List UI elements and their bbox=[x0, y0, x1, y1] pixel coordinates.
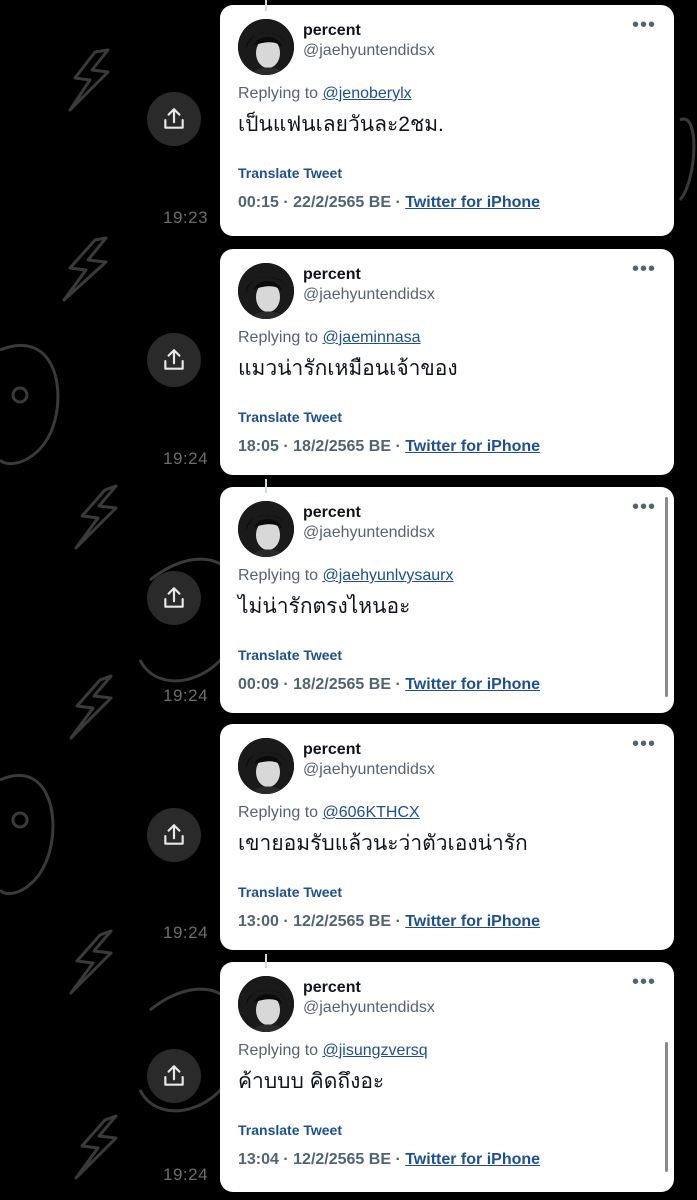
reply-to-link[interactable]: @jisungzversq bbox=[323, 1042, 428, 1059]
share-icon bbox=[164, 587, 184, 608]
tweet-source-link[interactable]: Twitter for iPhone bbox=[405, 1151, 540, 1168]
replying-label: Replying to bbox=[238, 85, 319, 102]
display-name[interactable]: percent bbox=[303, 740, 435, 760]
share-icon bbox=[164, 1065, 184, 1086]
share-icon bbox=[164, 108, 184, 129]
profile-avatar[interactable] bbox=[238, 501, 294, 557]
more-options-icon[interactable]: ••• bbox=[632, 734, 656, 754]
replying-label: Replying to bbox=[238, 804, 319, 821]
more-options-icon[interactable]: ••• bbox=[632, 972, 656, 992]
thread-line bbox=[265, 954, 267, 968]
reply-to-link[interactable]: @jaeminnasa bbox=[323, 329, 421, 346]
reply-context: Replying to @jisungzversq bbox=[238, 1042, 656, 1060]
translate-tweet-link[interactable]: Translate Tweet bbox=[238, 647, 656, 663]
translate-tweet-link[interactable]: Translate Tweet bbox=[238, 165, 656, 181]
share-button[interactable] bbox=[147, 92, 201, 146]
share-icon bbox=[164, 824, 184, 845]
display-name[interactable]: percent bbox=[303, 503, 435, 523]
tweet-timestamp[interactable]: 13:00 · 12/2/2565 BE · bbox=[238, 913, 401, 930]
tweet-card[interactable]: percent @jaehyuntendidsx ••• Replying to… bbox=[220, 954, 674, 1192]
display-name[interactable]: percent bbox=[303, 21, 435, 41]
more-options-icon[interactable]: ••• bbox=[632, 15, 656, 35]
user-handle[interactable]: @jaehyuntendidsx bbox=[303, 285, 435, 305]
reply-to-link[interactable]: @606KTHCX bbox=[323, 804, 420, 821]
display-name[interactable]: percent bbox=[303, 265, 435, 285]
more-options-icon[interactable]: ••• bbox=[632, 259, 656, 279]
tweet-meta: 13:00 · 12/2/2565 BE · Twitter for iPhon… bbox=[238, 913, 656, 931]
display-name[interactable]: percent bbox=[303, 978, 435, 998]
tweet-text: ค้าบบบ คิดถึงอะ bbox=[238, 1070, 385, 1093]
profile-avatar[interactable] bbox=[238, 738, 294, 794]
side-time: 19:24 bbox=[163, 1165, 209, 1184]
tweet-text: แมวน่ารักเหมือนเจ้าของ bbox=[238, 357, 458, 380]
side-time: 19:24 bbox=[163, 686, 209, 705]
tweet-timestamp[interactable]: 18:05 · 18/2/2565 BE · bbox=[238, 438, 401, 455]
reply-context: Replying to @606KTHCX bbox=[238, 804, 656, 822]
replying-label: Replying to bbox=[238, 1042, 319, 1059]
user-handle[interactable]: @jaehyuntendidsx bbox=[303, 998, 435, 1018]
side-time: 19:24 bbox=[163, 449, 209, 468]
tweet-meta: 00:09 · 18/2/2565 BE · Twitter for iPhon… bbox=[238, 676, 656, 694]
user-handle[interactable]: @jaehyuntendidsx bbox=[303, 760, 435, 780]
thread-line bbox=[265, 0, 267, 11]
tweet-meta: 18:05 · 18/2/2565 BE · Twitter for iPhon… bbox=[238, 438, 656, 456]
tweet-card[interactable]: percent @jaehyuntendidsx ••• Replying to… bbox=[220, 249, 674, 475]
side-time: 19:23 bbox=[163, 208, 209, 227]
translate-tweet-link[interactable]: Translate Tweet bbox=[238, 1122, 656, 1138]
translate-tweet-link[interactable]: Translate Tweet bbox=[238, 884, 656, 900]
tweet-card[interactable]: percent @jaehyuntendidsx ••• Replying to… bbox=[220, 724, 674, 950]
side-time: 19:24 bbox=[163, 923, 209, 942]
share-button[interactable] bbox=[147, 571, 201, 625]
thread-line bbox=[265, 479, 267, 493]
share-icon bbox=[164, 349, 184, 370]
tweet-card[interactable]: percent @jaehyuntendidsx ••• Replying to… bbox=[220, 479, 674, 713]
share-button[interactable] bbox=[147, 808, 201, 862]
share-button[interactable] bbox=[147, 1049, 201, 1103]
tweet-text: เขายอมรับแล้วนะว่าตัวเองน่ารัก bbox=[238, 832, 528, 855]
tweet-source-link[interactable]: Twitter for iPhone bbox=[405, 676, 540, 693]
tweet-source-link[interactable]: Twitter for iPhone bbox=[405, 194, 540, 211]
scrollbar[interactable] bbox=[665, 1042, 668, 1172]
user-handle[interactable]: @jaehyuntendidsx bbox=[303, 41, 435, 61]
tweet-timestamp[interactable]: 00:09 · 18/2/2565 BE · bbox=[238, 676, 401, 693]
tweet-source-link[interactable]: Twitter for iPhone bbox=[405, 438, 540, 455]
scrollbar[interactable] bbox=[665, 497, 668, 697]
tweet-text: เป็นแฟนเลยวันละ2ชม. bbox=[238, 113, 444, 136]
more-options-icon[interactable]: ••• bbox=[632, 497, 656, 517]
share-button[interactable] bbox=[147, 333, 201, 387]
tweet-card[interactable]: percent @jaehyuntendidsx ••• Replying to… bbox=[220, 0, 674, 236]
translate-tweet-link[interactable]: Translate Tweet bbox=[238, 409, 656, 425]
reply-to-link[interactable]: @jenoberylx bbox=[323, 85, 412, 102]
reply-context: Replying to @jaehyunlvysaurx bbox=[238, 567, 656, 585]
tweet-meta: 00:15 · 22/2/2565 BE · Twitter for iPhon… bbox=[238, 194, 656, 212]
profile-avatar[interactable] bbox=[238, 263, 294, 319]
reply-context: Replying to @jenoberylx bbox=[238, 85, 656, 103]
user-handle[interactable]: @jaehyuntendidsx bbox=[303, 523, 435, 543]
tweet-source-link[interactable]: Twitter for iPhone bbox=[405, 913, 540, 930]
reply-context: Replying to @jaeminnasa bbox=[238, 329, 656, 347]
tweet-timestamp[interactable]: 00:15 · 22/2/2565 BE · bbox=[238, 194, 401, 211]
reply-to-link[interactable]: @jaehyunlvysaurx bbox=[323, 567, 454, 584]
tweet-timestamp[interactable]: 13:04 · 12/2/2565 BE · bbox=[238, 1151, 401, 1168]
replying-label: Replying to bbox=[238, 329, 319, 346]
replying-label: Replying to bbox=[238, 567, 319, 584]
profile-avatar[interactable] bbox=[238, 19, 294, 75]
tweet-meta: 13:04 · 12/2/2565 BE · Twitter for iPhon… bbox=[238, 1151, 656, 1169]
tweet-text: ไม่น่ารักตรงไหนอะ bbox=[238, 595, 411, 618]
profile-avatar[interactable] bbox=[238, 976, 294, 1032]
